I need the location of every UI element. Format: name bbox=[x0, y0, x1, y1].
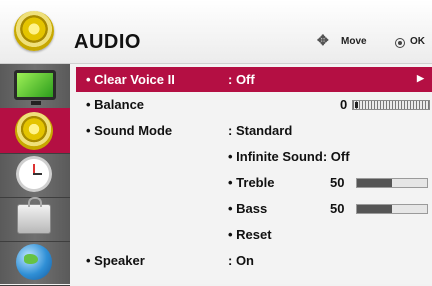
speaker-label: • Speaker bbox=[86, 253, 145, 268]
reset-label: • Reset bbox=[228, 227, 272, 242]
treble-level-bar[interactable] bbox=[356, 178, 428, 188]
sound-mode-label: • Sound Mode bbox=[86, 123, 173, 138]
clock-icon bbox=[16, 156, 52, 192]
menu-item-infinite-sound[interactable]: • Infinite Sound: Off bbox=[76, 144, 432, 169]
menu-item-treble[interactable]: • Treble 50 bbox=[76, 170, 432, 195]
menu-item-sound-mode[interactable]: • Sound Mode : Standard bbox=[76, 118, 432, 143]
chevron-right-icon: ▶ bbox=[417, 73, 424, 83]
ok-button-icon bbox=[395, 38, 405, 48]
sidebar-item-time[interactable] bbox=[0, 152, 70, 198]
four-way-arrow-icon: ✥ bbox=[317, 32, 329, 48]
bass-level-fill bbox=[357, 205, 392, 213]
lock-icon bbox=[17, 197, 51, 234]
treble-value: 50 bbox=[330, 175, 345, 190]
category-sidebar bbox=[0, 64, 70, 286]
balance-slider[interactable] bbox=[352, 100, 430, 110]
menu-item-balance[interactable]: • Balance 0 bbox=[76, 92, 432, 117]
sidebar-item-audio[interactable] bbox=[0, 108, 70, 154]
sound-mode-value: : Standard bbox=[228, 123, 293, 138]
balance-slider-knob[interactable] bbox=[355, 102, 358, 108]
menu-item-clear-voice[interactable]: • Clear Voice II : Off ▶ bbox=[76, 67, 432, 92]
infinite-sound-label: • Infinite Sound: Off bbox=[228, 149, 350, 164]
menu-item-speaker[interactable]: • Speaker : On bbox=[76, 248, 432, 273]
bass-label: • Bass bbox=[228, 201, 268, 216]
speaker-icon bbox=[15, 112, 53, 150]
page-title: AUDIO bbox=[74, 31, 141, 53]
sidebar-item-lock[interactable] bbox=[0, 196, 70, 242]
bass-level-bar[interactable] bbox=[356, 204, 428, 214]
speaker-icon bbox=[14, 11, 54, 51]
move-hint-label: Move bbox=[341, 36, 367, 47]
audio-menu-window: AUDIO ✥ Move OK • Clear Voice II : Off ▶… bbox=[0, 0, 432, 286]
ok-hint-label: OK bbox=[410, 36, 425, 47]
sidebar-item-picture[interactable] bbox=[0, 64, 70, 110]
sidebar-item-network[interactable] bbox=[0, 240, 70, 286]
treble-level-fill bbox=[357, 179, 392, 187]
tv-icon bbox=[14, 70, 56, 105]
menu-header: AUDIO ✥ Move OK bbox=[0, 0, 432, 64]
treble-label: • Treble bbox=[228, 175, 275, 190]
balance-value: 0 bbox=[340, 97, 348, 112]
balance-label: • Balance bbox=[86, 97, 145, 112]
bass-value: 50 bbox=[330, 201, 345, 216]
globe-icon bbox=[16, 244, 52, 280]
menu-item-reset[interactable]: • Reset bbox=[76, 222, 432, 247]
speaker-value: : On bbox=[228, 253, 254, 268]
clear-voice-label: • Clear Voice II bbox=[86, 72, 175, 87]
clear-voice-value: : Off bbox=[228, 72, 255, 87]
menu-item-bass[interactable]: • Bass 50 bbox=[76, 196, 432, 221]
